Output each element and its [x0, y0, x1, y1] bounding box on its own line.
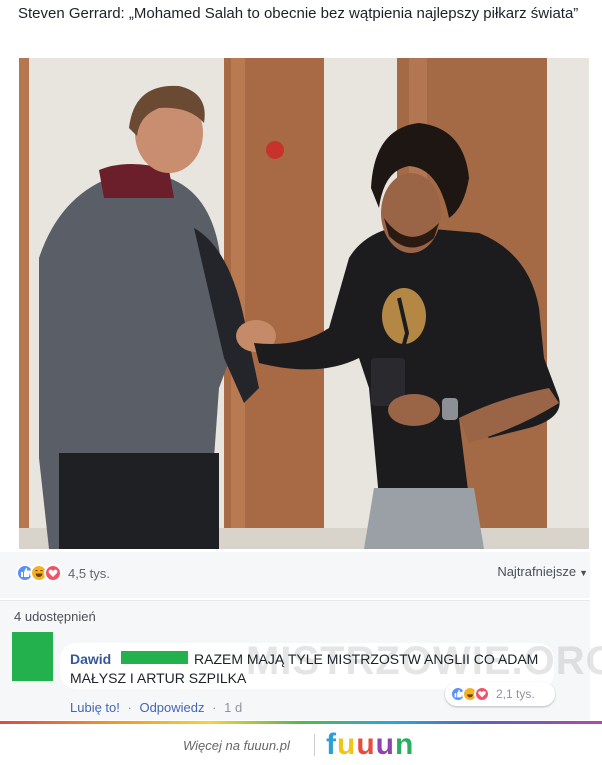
reply-link[interactable]: Odpowiedz — [139, 700, 204, 715]
logo-letter: u — [356, 728, 376, 761]
logo-letter: u — [375, 728, 395, 761]
avatar[interactable] — [12, 632, 53, 681]
separator-dot: · — [127, 700, 132, 715]
logo-letter: n — [394, 728, 415, 761]
like-link[interactable]: Lubię to! — [70, 700, 120, 715]
shares-row: 4 udostępnień — [0, 600, 590, 630]
caret-down-icon: ▼ — [579, 568, 588, 578]
separator-dot: · — [212, 700, 217, 715]
sort-dropdown[interactable]: Najtrafniejsze ▼ — [497, 564, 588, 579]
comment-time[interactable]: 1 d — [224, 700, 242, 715]
comment-reaction-summary[interactable]: 2,1 tys. — [445, 682, 555, 706]
comment-author[interactable]: Dawid — [70, 651, 111, 667]
reaction-count: 4,5 tys. — [68, 565, 110, 581]
reaction-summary[interactable]: 4,5 tys. — [16, 564, 110, 582]
logo-letter: f — [326, 728, 337, 761]
redaction-bar — [121, 651, 188, 664]
post-photo[interactable] — [19, 58, 589, 549]
post-reaction-bar: 4,5 tys. Najtrafniejsze ▼ — [0, 552, 590, 598]
shares-count[interactable]: 4 udostępnień — [14, 609, 96, 624]
footer-divider — [314, 734, 315, 756]
sort-label: Najtrafniejsze — [497, 564, 577, 579]
love-icon — [44, 564, 62, 582]
comment-actions: Lubię to! · Odpowiedz · 1 d — [70, 700, 242, 715]
love-icon — [474, 686, 490, 702]
footer: Więcej na fuuun.pl fuuun — [0, 724, 602, 765]
logo-letter: u — [337, 728, 357, 761]
fuuun-logo[interactable]: fuuun — [326, 728, 414, 762]
comment: MISTRZOWIE.ORG RAZEM MAJĄ TYLE MISTRZOST… — [0, 630, 602, 720]
comment-reaction-count: 2,1 tys. — [496, 687, 535, 701]
footer-link[interactable]: Więcej na fuuun.pl — [183, 738, 290, 753]
photo-illustration — [19, 58, 589, 549]
post-title: Steven Gerrard: „Mohamed Salah to obecni… — [18, 5, 579, 22]
